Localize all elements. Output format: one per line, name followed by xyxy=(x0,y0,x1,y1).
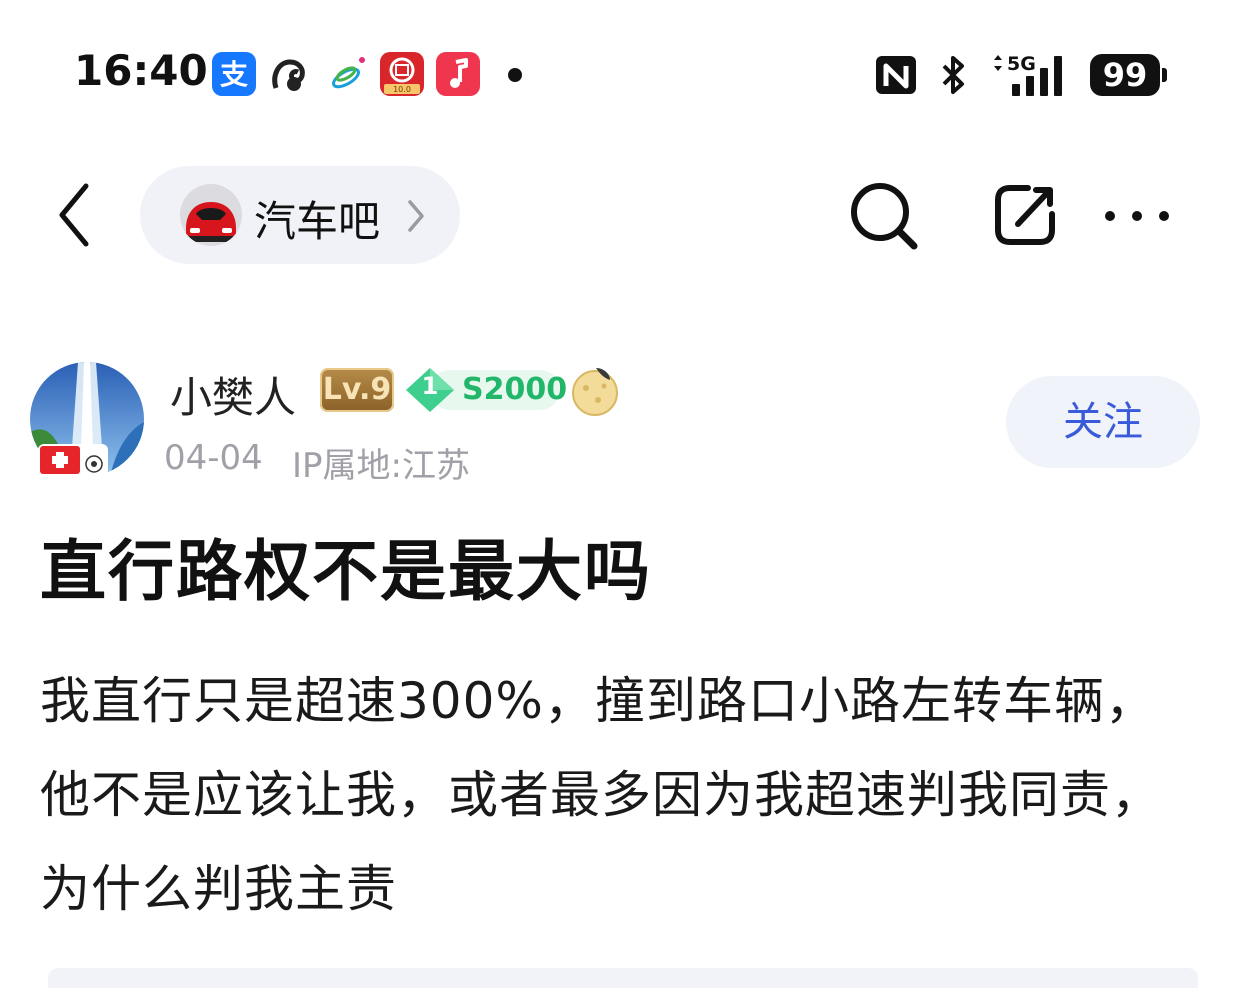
search-icon xyxy=(851,183,918,250)
author-avatar[interactable] xyxy=(30,362,146,478)
ip-location: IP属地:江苏 xyxy=(292,446,470,486)
alipay-icon: 支 xyxy=(212,52,256,96)
nfc-icon xyxy=(876,56,916,94)
search-button[interactable] xyxy=(848,180,920,252)
chevron-right-icon xyxy=(408,200,424,232)
post-content: 我直行只是超速300%，撞到路口小路左转车辆，他不是应该让我，或者最多因为我超速… xyxy=(40,672,1162,918)
forum-avatar xyxy=(180,184,242,246)
author-name[interactable]: 小樊人 xyxy=(170,364,296,425)
level-badge: Lv.9 xyxy=(320,368,394,412)
more-options-button[interactable] xyxy=(1100,206,1174,226)
member-badge-label: S2000 xyxy=(462,372,568,407)
cookie-medal-icon xyxy=(572,368,618,416)
member-badge-rank: 1 xyxy=(421,372,439,400)
chevron-left-icon xyxy=(59,183,89,247)
member-badge: 1 S2000 xyxy=(404,366,567,414)
music-app-icon xyxy=(436,52,480,96)
signal-5g-icon: 5G xyxy=(994,53,1062,96)
forum-name: 汽车吧 xyxy=(254,197,381,246)
status-time: 16:40 xyxy=(74,46,208,95)
next-section-edge xyxy=(48,968,1198,988)
bank-app-icon: 10.0 xyxy=(380,52,424,96)
svg-text:5G: 5G xyxy=(1007,53,1036,75)
back-button[interactable] xyxy=(52,178,102,252)
share-edit-icon xyxy=(995,185,1055,245)
squirrel-app-icon xyxy=(268,52,312,96)
china-mobile-icon xyxy=(326,52,370,96)
bluetooth-icon xyxy=(942,56,964,94)
svg-text:10.0: 10.0 xyxy=(393,85,411,94)
follow-button[interactable]: 关注 xyxy=(1006,376,1200,468)
svg-text:支: 支 xyxy=(220,58,248,91)
post-date: 04-04 xyxy=(164,438,263,478)
red-car-icon xyxy=(180,184,242,246)
forum-link[interactable]: 汽车吧 xyxy=(140,166,460,264)
post-title: 直行路权不是最大吗 xyxy=(40,533,652,610)
swiss-flag-icon xyxy=(40,446,103,474)
status-bar: 16:40 支 10.0 5G 99 xyxy=(0,0,1240,150)
more-dots-icon xyxy=(1105,211,1169,221)
more-notifications-dot-icon xyxy=(508,68,522,82)
country-flag-badge xyxy=(38,444,108,476)
share-button[interactable] xyxy=(992,182,1058,248)
battery-indicator: 99 xyxy=(1090,54,1167,96)
